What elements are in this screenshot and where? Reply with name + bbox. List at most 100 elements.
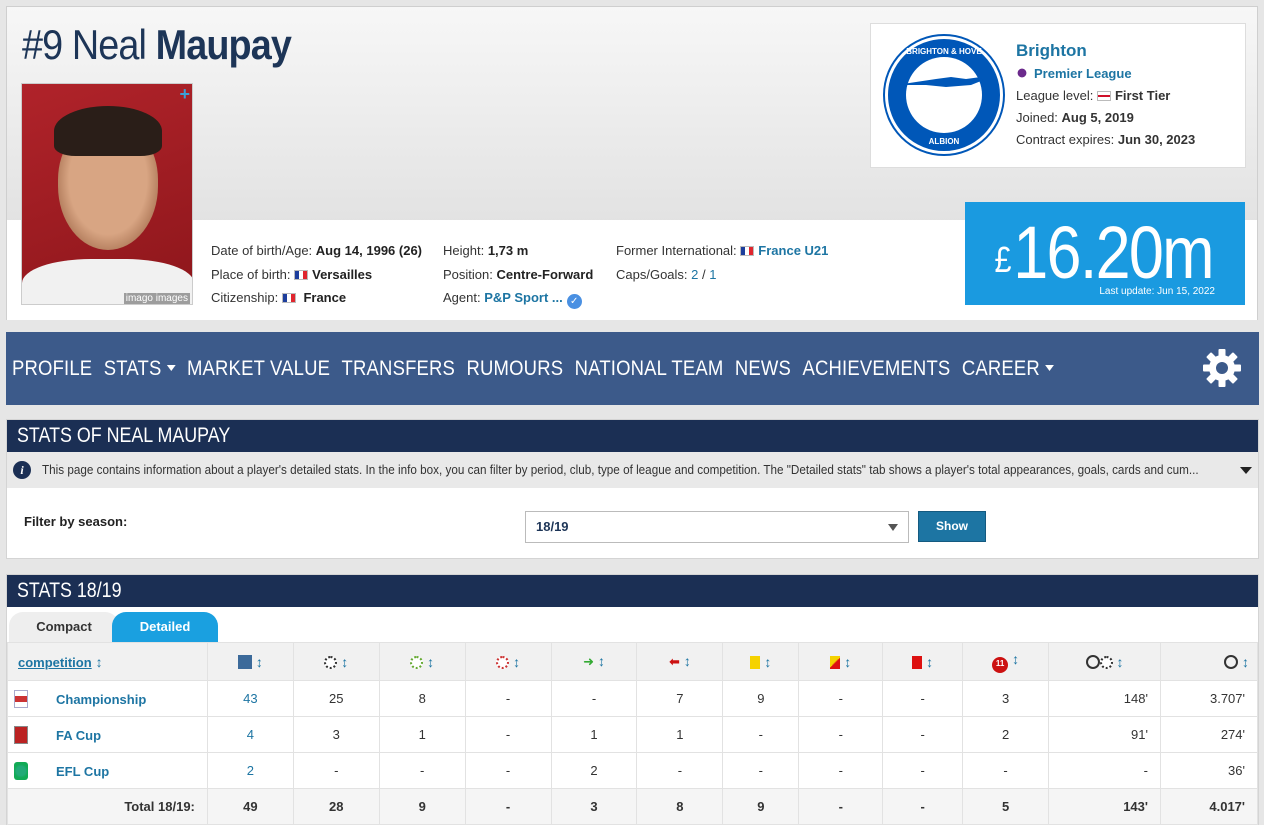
clock-icon [1224, 654, 1238, 669]
total-label: Total 18/19: [7, 788, 208, 825]
penalty-icon: 11 [992, 656, 1009, 673]
citizenship-label: Citizenship: [211, 290, 279, 305]
red-cards-header[interactable]: ↕ [882, 642, 964, 681]
club-crest[interactable]: BRIGHTON & HOVE ALBION [885, 36, 1003, 154]
yellow-cards-header[interactable]: ↕ [722, 642, 800, 681]
stat-cell: 2 [962, 716, 1050, 753]
minutes-per-goal-header[interactable]: ↕ [1048, 642, 1161, 681]
stat-cell: 9 [722, 680, 800, 717]
penalty-header[interactable]: 11 ↕ [962, 642, 1050, 681]
info-bar[interactable]: i This page contains information about a… [7, 452, 1258, 488]
france-flag-icon [281, 293, 296, 303]
league-level-value: First Tier [1114, 88, 1171, 103]
former-intl-row: Former International: France U21 [616, 239, 828, 263]
dropdown-arrow-icon [888, 524, 898, 531]
season-box-title: STATS 18/19 [7, 575, 1258, 607]
height-label: Height: [443, 243, 485, 258]
second-yellow-header[interactable]: ↕ [798, 642, 884, 681]
agent-link[interactable]: P&P Sport ... [484, 290, 563, 305]
position-row: Position: Centre-Forward [443, 263, 593, 287]
verified-check-icon: ✓ [566, 294, 582, 309]
contract-label: Contract expires: [1016, 132, 1115, 147]
info-column-3: Former International: France U21 Caps/Go… [616, 239, 828, 286]
sort-arrows-icon: ↕ [427, 653, 435, 670]
nav-stats-label: STATS [103, 357, 162, 380]
table-header-row: competition ↕ ↕ ↕ ↕ ↕ ➜ ↕ ⬅ ↕ ↕ ↕ ↕ 11 ↕ ↕ ↕ [7, 642, 1259, 681]
gear-icon[interactable] [1202, 348, 1242, 388]
competition-link[interactable]: FA Cup [56, 728, 101, 743]
caps-link[interactable]: 2 [691, 267, 698, 282]
former-intl-link[interactable]: France U21 [758, 243, 828, 258]
stat-cell: - [636, 752, 724, 789]
stat-cell: 2 [550, 752, 638, 789]
goals-header[interactable]: ↕ [292, 642, 380, 681]
tab-detailed[interactable]: Detailed [112, 612, 218, 642]
yellow-card-icon [750, 655, 761, 669]
competition-sort-link[interactable]: competition [18, 655, 92, 670]
appearances-icon [237, 654, 252, 669]
nav-achievements[interactable]: ACHIEVEMENTS [802, 357, 950, 381]
nav-news[interactable]: NEWS [735, 357, 791, 381]
caps-label: Caps/Goals: [616, 266, 688, 282]
enlarge-plus-icon[interactable]: + [179, 84, 190, 105]
nav-profile[interactable]: PROFILE [12, 357, 92, 381]
total-cell: 9 [722, 788, 800, 825]
pob-row: Place of birth: Versailles [211, 263, 422, 287]
stat-cell: 1 [550, 716, 638, 753]
total-cell: 8 [636, 788, 724, 825]
player-photo[interactable]: + imago images [21, 83, 193, 305]
market-value-box[interactable]: £16.20m Last update: Jun 15, 2022 [965, 202, 1245, 305]
tab-compact[interactable]: Compact [9, 612, 119, 642]
show-button[interactable]: Show [918, 511, 986, 542]
dob-value: Aug 14, 1996 (26) [315, 243, 423, 258]
height-row: Height: 1,73 m [443, 239, 593, 263]
appearances-link[interactable]: 4 [247, 727, 254, 742]
nav-transfers[interactable]: TRANSFERS [342, 357, 456, 381]
sort-arrows-icon: ↕ [764, 653, 772, 670]
subbed-off-header[interactable]: ⬅ ↕ [636, 642, 724, 681]
appearances-link[interactable]: 2 [247, 763, 254, 778]
stats-table: competition ↕ ↕ ↕ ↕ ↕ ➜ ↕ ⬅ ↕ ↕ ↕ ↕ 11 ↕ ↕ ↕… [7, 642, 1259, 825]
nav-career[interactable]: CAREER [962, 357, 1055, 381]
sort-arrows-icon: ↕ [255, 653, 263, 670]
nav-rumours[interactable]: RUMOURS [467, 357, 564, 381]
premier-league-icon [1016, 66, 1028, 80]
stats-box-title: STATS OF NEAL MAUPAY [7, 420, 1258, 452]
currency-symbol: £ [994, 239, 1012, 280]
goals-link[interactable]: 1 [709, 267, 716, 282]
competition-cell: FA Cup [7, 716, 208, 753]
nav-market-value[interactable]: MARKET VALUE [187, 357, 330, 381]
stat-cell: - [962, 752, 1050, 789]
nav-national-team[interactable]: NATIONAL TEAM [575, 357, 724, 381]
sort-arrows-icon: ↕ [513, 653, 521, 670]
expand-triangle-icon[interactable] [1240, 467, 1252, 474]
table-row: Championship 43 25 8 - - 7 9 - - 3 148' … [7, 680, 1259, 717]
stat-cell: - [798, 680, 884, 717]
stats-filter-box: STATS OF NEAL MAUPAY i This page contain… [6, 419, 1259, 559]
stat-cell: - [882, 716, 964, 753]
sort-arrows-icon: ↕ [341, 653, 349, 670]
stat-cell: - [292, 752, 380, 789]
sort-arrows-icon: ↕ [1242, 653, 1249, 670]
club-name-link[interactable]: Brighton [1016, 41, 1087, 60]
competition-link[interactable]: EFL Cup [56, 764, 109, 779]
competition-header[interactable]: competition ↕ [7, 642, 208, 681]
league-link[interactable]: Premier League [1034, 66, 1132, 81]
position-label: Position: [443, 266, 493, 282]
player-title: #9 Neal Maupay [22, 21, 292, 69]
info-icon: i [13, 461, 31, 479]
minutes-played-header[interactable]: ↕ [1159, 642, 1259, 681]
stat-cell: - [722, 752, 800, 789]
appearances-link[interactable]: 43 [243, 691, 257, 706]
nav-stats[interactable]: STATS [104, 357, 176, 381]
stat-cell: - [1048, 752, 1161, 789]
clock-icon [1085, 654, 1100, 669]
season-select[interactable]: 18/19 [525, 511, 909, 543]
season-box-title-text: STATS 18/19 [17, 579, 122, 602]
appearances-header[interactable]: ↕ [206, 642, 294, 681]
subbed-on-header[interactable]: ➜ ↕ [550, 642, 638, 681]
assists-header[interactable]: ↕ [378, 642, 466, 681]
own-goals-header[interactable]: ↕ [464, 642, 552, 681]
competition-link[interactable]: Championship [56, 692, 146, 707]
dob-row: Date of birth/Age: Aug 14, 1996 (26) [211, 239, 422, 263]
